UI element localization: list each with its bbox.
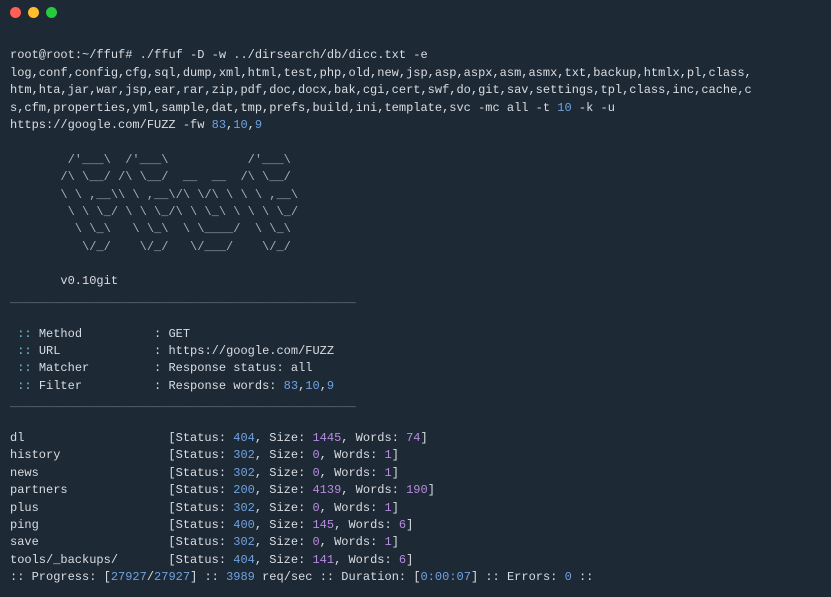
matcher-value: Response status: all [168, 361, 312, 375]
matcher-label: Matcher [39, 361, 89, 375]
maximize-button[interactable] [46, 7, 57, 18]
url-label: URL [39, 344, 61, 358]
ascii-banner: /'___\ /'___\ /'___\ /\ \__/ /\ \__/ __ … [10, 153, 298, 254]
close-button[interactable] [10, 7, 21, 18]
window-titlebar [0, 0, 831, 24]
terminal-output: root@root:~/ffuf# ./ffuf -D -w ../dirsea… [0, 24, 831, 597]
prompt-line: root@root:~/ffuf# ./ffuf -D -w ../dirsea… [10, 48, 428, 62]
url-line: https://google.com/FUZZ -fw 83,10,9 [10, 118, 262, 132]
method-value: GET [168, 327, 190, 341]
result-row: save [Status: 302, Size: 0, Words: 1] [10, 535, 399, 549]
method-label: Method [39, 327, 82, 341]
ext-line-3: s,cfm,properties,yml,sample,dat,tmp,pref… [10, 101, 615, 115]
url-value: https://google.com/FUZZ [168, 344, 334, 358]
result-row: ping [Status: 400, Size: 145, Words: 6] [10, 518, 413, 532]
result-row: partners [Status: 200, Size: 4139, Words… [10, 483, 435, 497]
ext-line-1: log,conf,config,cfg,sql,dump,xml,html,te… [10, 66, 752, 80]
ext-line-2: htm,hta,jar,war,jsp,ear,rar,zip,pdf,doc,… [10, 83, 752, 97]
result-row: history [Status: 302, Size: 0, Words: 1] [10, 448, 399, 462]
divider-top: ________________________________________… [10, 292, 356, 306]
results-list: dl [Status: 404, Size: 1445, Words: 74] … [10, 430, 821, 569]
result-row: dl [Status: 404, Size: 1445, Words: 74] [10, 431, 428, 445]
result-row: plus [Status: 302, Size: 0, Words: 1] [10, 501, 399, 515]
result-row: news [Status: 302, Size: 0, Words: 1] [10, 466, 399, 480]
minimize-button[interactable] [28, 7, 39, 18]
filter-label: Filter [39, 379, 82, 393]
divider-bottom: ________________________________________… [10, 396, 356, 410]
progress-line: :: Progress: [27927/27927] :: 3989 req/s… [10, 570, 593, 584]
filter-value: Response words: 83,10,9 [168, 379, 334, 393]
result-row: tools/_backups/ [Status: 404, Size: 141,… [10, 553, 413, 567]
version-line: v0.10git [10, 274, 118, 288]
